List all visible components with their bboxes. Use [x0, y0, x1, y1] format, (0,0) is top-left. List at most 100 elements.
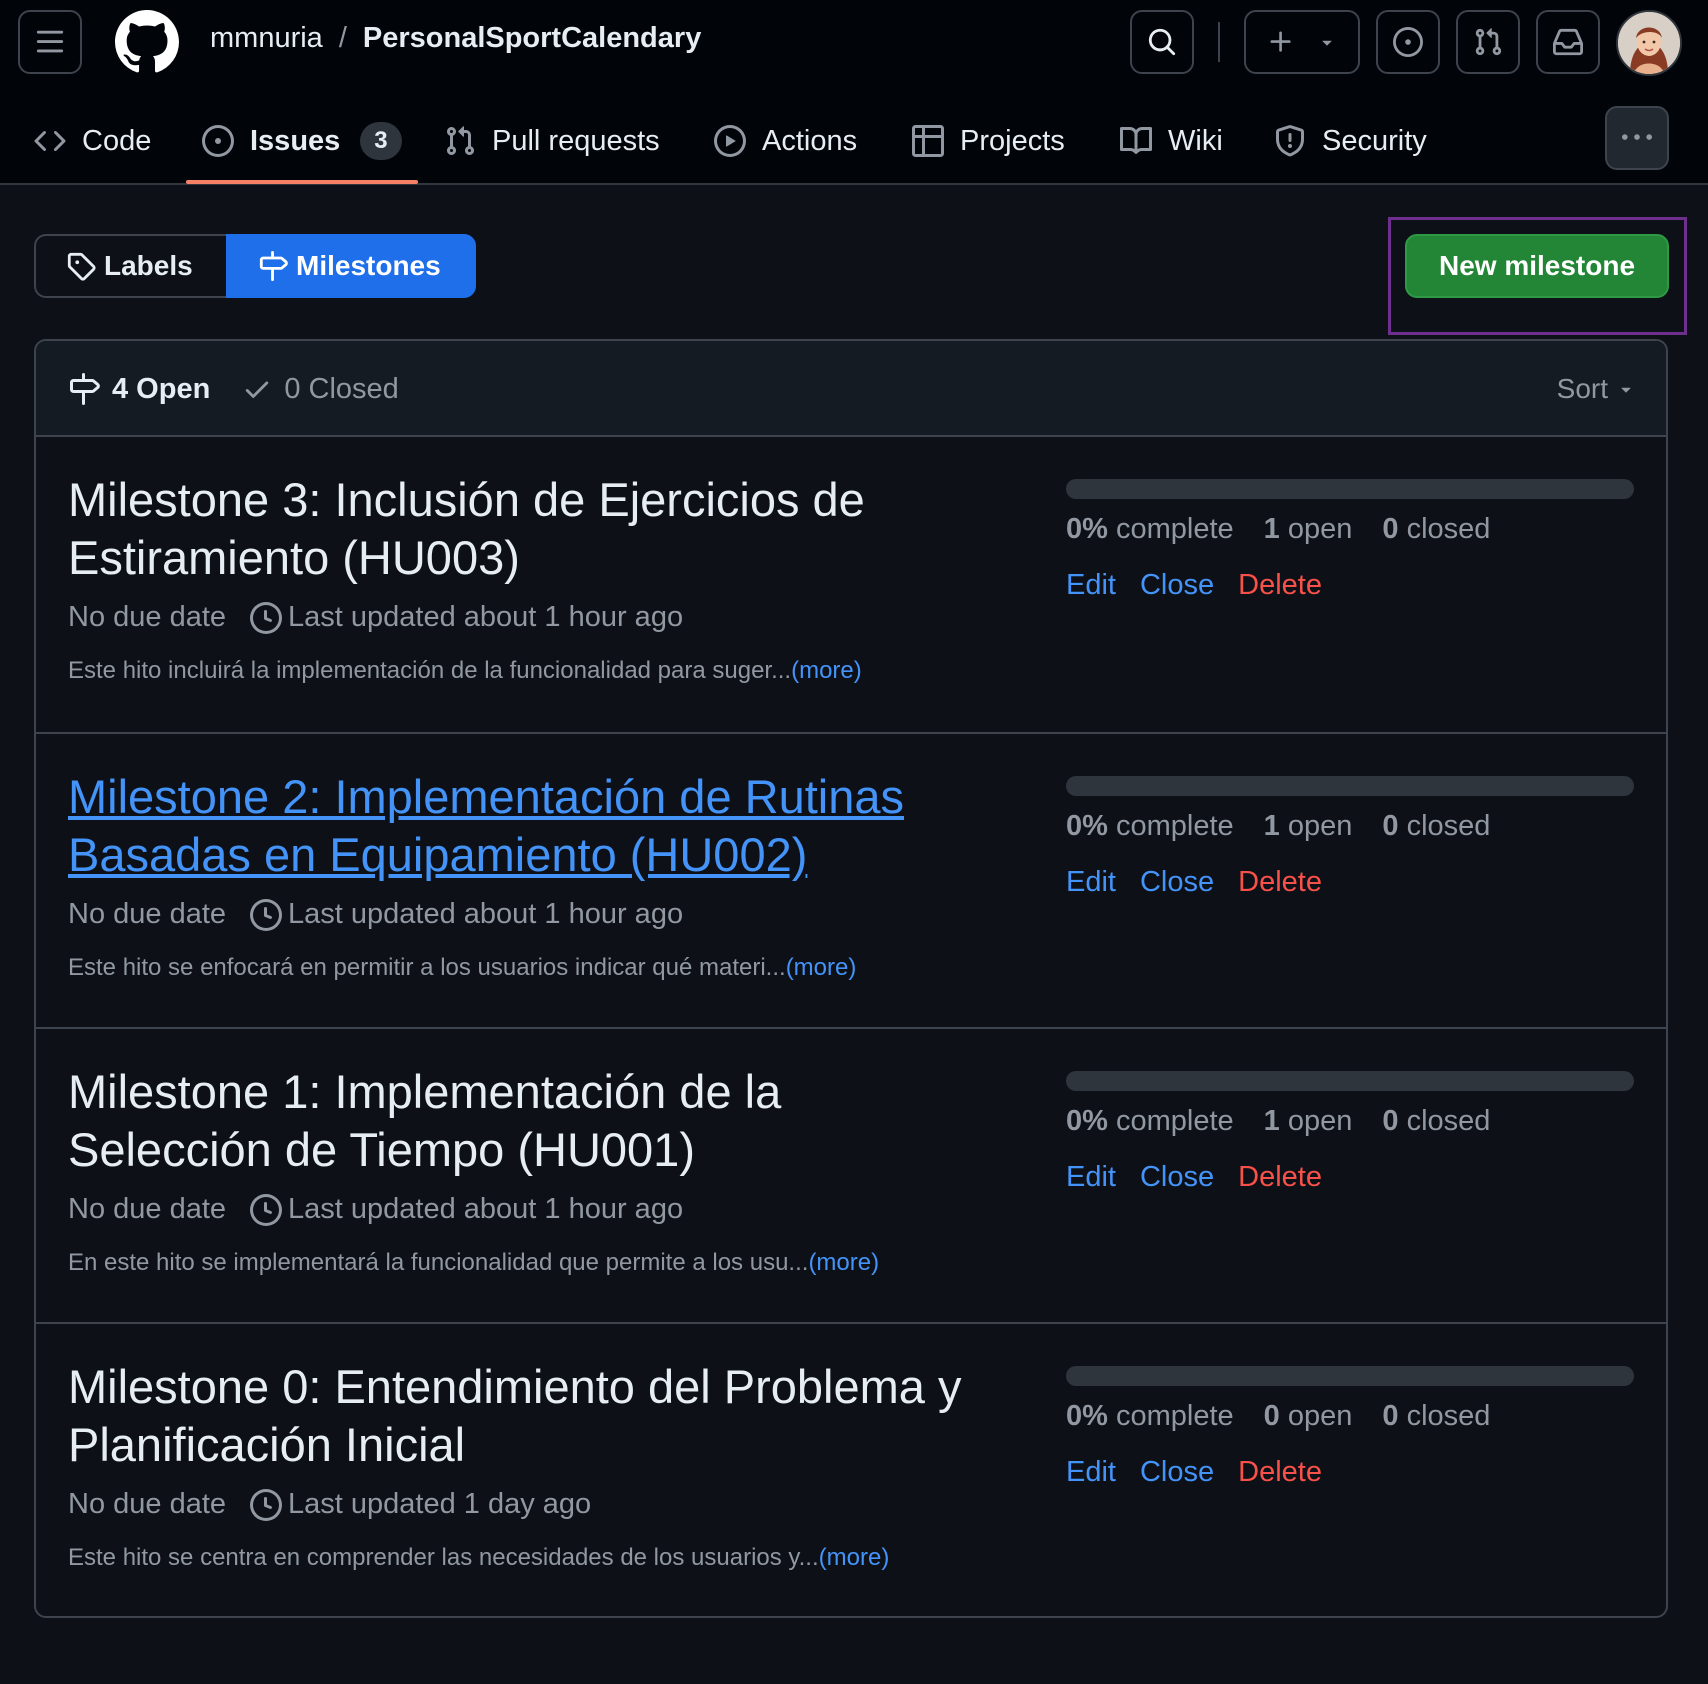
open-filter-label: 4 Open — [112, 372, 211, 405]
clock-icon — [250, 898, 283, 931]
close-link[interactable]: Close — [1140, 1161, 1214, 1194]
labels-milestones-subnav: Labels Milestones — [34, 234, 476, 298]
milestone-actions: Edit Close Delete — [1066, 1456, 1322, 1489]
percent-label: complete — [1115, 810, 1234, 842]
milestone-stats: 0% complete 1 open 0 closed — [1066, 1105, 1490, 1138]
milestone-title[interactable]: Milestone 1: Implementación de la Selecc… — [68, 1063, 988, 1179]
milestones-box-header: 4 Open 0 Closed Sort — [36, 341, 1666, 437]
closed-count-label: closed — [1406, 810, 1491, 842]
open-count: 1 open — [1264, 513, 1353, 546]
more-link[interactable]: (more) — [791, 657, 862, 684]
edit-link[interactable]: Edit — [1066, 866, 1116, 899]
sort-dropdown[interactable]: Sort — [1557, 341, 1636, 437]
kebab-horizontal-icon — [1622, 134, 1652, 140]
tab-issues-label: Issues — [250, 124, 341, 157]
closed-count-label: closed — [1406, 1400, 1491, 1432]
edit-link[interactable]: Edit — [1066, 1161, 1116, 1194]
milestone-actions: Edit Close Delete — [1066, 866, 1322, 899]
repo-name-link[interactable]: PersonalSportCalendary — [363, 22, 701, 55]
labels-link[interactable]: Labels — [34, 234, 226, 298]
milestone-description: En este hito se implementará la funciona… — [68, 1249, 879, 1277]
git-pull-request-icon — [446, 126, 475, 156]
tab-security[interactable]: Security — [1274, 98, 1427, 184]
create-new-button[interactable] — [1244, 10, 1360, 74]
open-filter[interactable]: 4 Open — [68, 373, 210, 406]
user-avatar[interactable] — [1616, 10, 1682, 76]
open-count-value: 1 — [1263, 1105, 1280, 1137]
description-text: Este hito se enfocará en permitir a los … — [68, 954, 786, 981]
close-link[interactable]: Close — [1140, 866, 1214, 899]
open-count-value: 0 — [1263, 1400, 1280, 1432]
tab-wiki[interactable]: Wiki — [1120, 98, 1223, 184]
milestone-title[interactable]: Milestone 0: Entendimiento del Problema … — [68, 1358, 988, 1474]
closed-filter[interactable]: 0 Closed — [242, 373, 399, 406]
close-link[interactable]: Close — [1140, 1456, 1214, 1489]
github-logo-icon[interactable] — [115, 10, 179, 74]
more-link[interactable]: (more) — [819, 1544, 890, 1571]
closed-count-label: closed — [1406, 1105, 1491, 1137]
tab-issues[interactable]: Issues 3 — [186, 98, 418, 184]
closed-count-label: closed — [1406, 513, 1491, 545]
edit-link[interactable]: Edit — [1066, 1456, 1116, 1489]
milestone-title[interactable]: Milestone 3: Inclusión de Ejercicios de … — [68, 471, 988, 587]
due-date: No due date — [68, 601, 227, 633]
notifications-button[interactable] — [1536, 10, 1600, 74]
your-issues-button[interactable] — [1376, 10, 1440, 74]
percent-value: 0% — [1066, 513, 1108, 545]
tab-projects[interactable]: Projects — [912, 98, 1065, 184]
milestones-link-label: Milestones — [296, 250, 441, 281]
more-link[interactable]: (more) — [786, 954, 857, 981]
more-link[interactable]: (more) — [808, 1249, 879, 1276]
tab-actions[interactable]: Actions — [714, 98, 857, 184]
percent-complete: 0% complete — [1066, 1400, 1234, 1433]
more-tabs-button[interactable] — [1605, 106, 1669, 170]
delete-link[interactable]: Delete — [1238, 569, 1322, 602]
description-text: Este hito incluirá la implementación de … — [68, 657, 792, 684]
delete-link[interactable]: Delete — [1238, 1161, 1322, 1194]
closed-count: 0 closed — [1382, 1105, 1490, 1138]
search-button[interactable] — [1130, 10, 1194, 74]
percent-value: 0% — [1066, 1400, 1108, 1432]
open-count-label: open — [1287, 1105, 1353, 1137]
due-date: No due date — [68, 1488, 227, 1520]
header-divider — [1218, 22, 1220, 62]
milestone-row: Milestone 1: Implementación de la Selecc… — [36, 1027, 1666, 1322]
percent-value: 0% — [1066, 1105, 1108, 1137]
milestone-stats: 0% complete 1 open 0 closed — [1066, 513, 1490, 546]
percent-label: complete — [1115, 513, 1234, 545]
milestones-link[interactable]: Milestones — [226, 234, 476, 298]
milestone-title[interactable]: Milestone 2: Implementación de Rutinas B… — [68, 768, 988, 884]
close-link[interactable]: Close — [1140, 569, 1214, 602]
delete-link[interactable]: Delete — [1238, 866, 1322, 899]
clock-icon — [250, 601, 283, 634]
shield-icon — [1276, 125, 1304, 157]
tab-code[interactable]: Code — [34, 98, 151, 184]
new-milestone-button[interactable]: New milestone — [1405, 234, 1669, 298]
issues-counter-badge: 3 — [360, 122, 402, 160]
breadcrumb: mmnuria / PersonalSportCalendary — [210, 22, 701, 55]
milestone-description: Este hito incluirá la implementación de … — [68, 657, 862, 685]
repo-owner-link[interactable]: mmnuria — [210, 22, 323, 55]
last-updated: Last updated about 1 hour ago — [250, 898, 683, 931]
milestone-description: Este hito se centra en comprender las ne… — [68, 1544, 889, 1572]
milestone-stats: 0% complete 1 open 0 closed — [1066, 810, 1490, 843]
triangle-down-icon — [1322, 40, 1332, 46]
milestone-row: Milestone 0: Entendimiento del Problema … — [36, 1322, 1666, 1616]
play-icon — [714, 125, 746, 157]
closed-count: 0 closed — [1382, 513, 1490, 546]
open-count: 0 open — [1264, 1400, 1353, 1433]
menu-button[interactable] — [18, 10, 82, 74]
app-header: mmnuria / PersonalSportCalendary Code Is… — [0, 0, 1708, 185]
closed-count: 0 closed — [1382, 1400, 1490, 1433]
issue-opened-icon — [202, 125, 234, 157]
tab-actions-label: Actions — [762, 124, 858, 157]
tab-pull-requests-label: Pull requests — [492, 124, 660, 157]
milestone-icon — [70, 373, 100, 405]
delete-link[interactable]: Delete — [1238, 1456, 1322, 1489]
table-icon — [912, 125, 944, 157]
your-pull-requests-button[interactable] — [1456, 10, 1520, 74]
closed-count: 0 closed — [1382, 810, 1490, 843]
milestone-meta: No due date Last updated about 1 hour ag… — [68, 898, 683, 931]
edit-link[interactable]: Edit — [1066, 569, 1116, 602]
tab-pull-requests[interactable]: Pull requests — [444, 98, 660, 184]
